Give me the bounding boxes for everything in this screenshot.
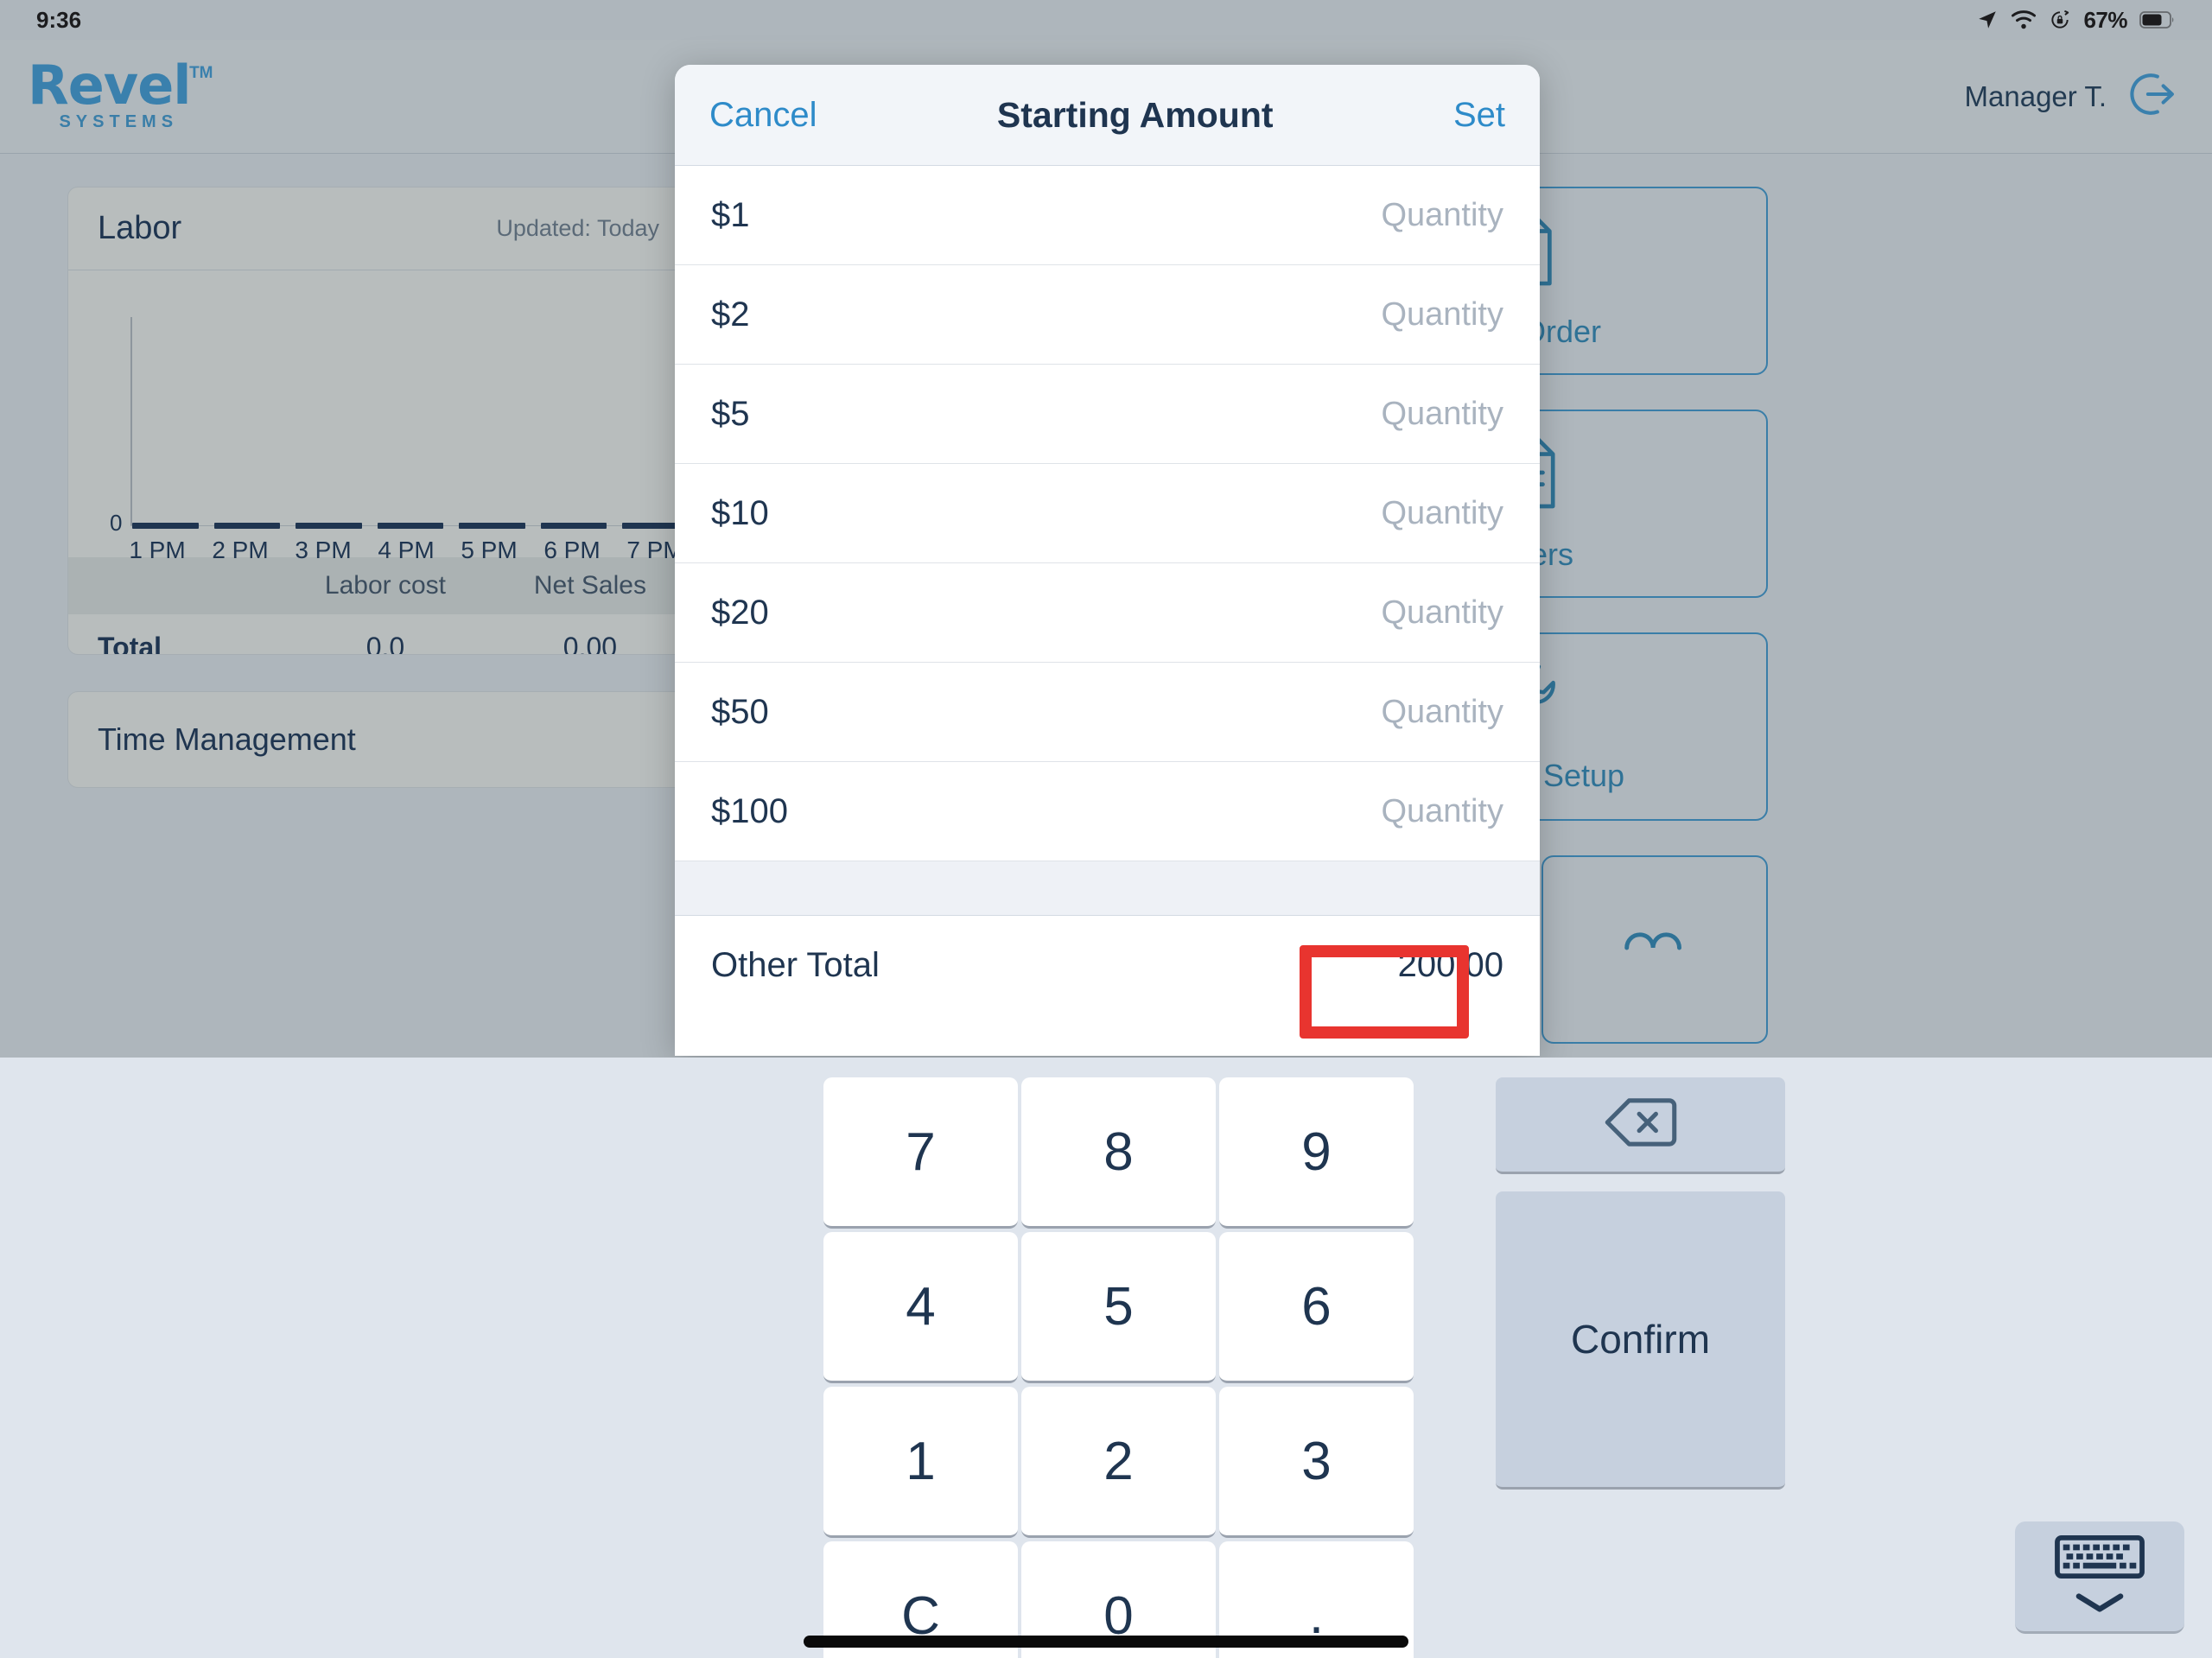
time-management-title: Time Management — [98, 721, 356, 757]
chart-x-tick: 5 PM — [461, 537, 518, 563]
location-arrow-icon — [1976, 9, 1999, 31]
labor-widget: Labor Updated: Today 0 1 PM 2 PM 3 PM 4 … — [67, 187, 690, 655]
denomination-row-100[interactable]: $100 Quantity — [675, 762, 1540, 861]
denomination-row-1[interactable]: $1 Quantity — [675, 166, 1540, 265]
user-name: Manager T. — [1964, 79, 2107, 112]
modal-title: Starting Amount — [996, 94, 1274, 135]
other-total-label: Other Total — [711, 946, 880, 984]
key-8[interactable]: 8 — [1021, 1077, 1216, 1229]
wifi-icon — [2011, 10, 2037, 30]
battery-percent: 67% — [2083, 6, 2127, 33]
labor-widget-updated: Updated: Today — [496, 215, 659, 241]
numeric-keyboard: 7 8 9 4 5 6 1 2 3 C 0 . Confirm — [0, 1058, 2212, 1658]
chart-x-tick-labels: 1 PM 2 PM 3 PM 4 PM 5 PM 6 PM 7 PM — [124, 537, 689, 564]
keypad-side-keys: Confirm — [1496, 1077, 1785, 1490]
denomination-row-5[interactable]: $5 Quantity — [675, 365, 1540, 464]
quantity-input[interactable]: Quantity — [1381, 694, 1503, 731]
screen-root: 9:36 67% Revel TM SYSTEMS Manager T. Lab… — [0, 0, 2212, 1658]
logo-wordmark: Revel — [28, 53, 192, 117]
confirm-label: Confirm — [1570, 1317, 1711, 1362]
quantity-input[interactable]: Quantity — [1381, 296, 1503, 334]
chart-x-tick: 3 PM — [295, 537, 352, 563]
keypad-grid: 7 8 9 4 5 6 1 2 3 C 0 . — [823, 1077, 1414, 1658]
mask-icon — [1622, 925, 1688, 975]
row-label-total: Total — [68, 614, 280, 654]
table-col-blank — [68, 557, 280, 614]
denomination-row-50[interactable]: $50 Quantity — [675, 663, 1540, 762]
denomination-label: $1 — [711, 195, 750, 234]
quantity-input[interactable]: Quantity — [1381, 793, 1503, 830]
denomination-label: $100 — [711, 791, 788, 830]
status-bar: 9:36 67% — [0, 0, 2212, 40]
table-col-net-sales: Net Sales — [491, 557, 689, 614]
denomination-label: $50 — [711, 692, 769, 731]
denomination-row-20[interactable]: $20 Quantity — [675, 563, 1540, 663]
denomination-label: $5 — [711, 394, 750, 433]
labor-widget-title: Labor — [98, 210, 182, 246]
table-col-labor-cost: Labor cost — [279, 557, 492, 614]
key-1[interactable]: 1 — [823, 1387, 1018, 1538]
keyboard-dismiss-icon — [2054, 1534, 2145, 1583]
denomination-label: $2 — [711, 295, 750, 334]
labor-chart: 0 1 PM 2 PM 3 PM 4 PM 5 PM 6 PM 7 PM — [86, 298, 689, 563]
chevron-down-icon — [2073, 1591, 2126, 1618]
backspace-button[interactable] — [1496, 1077, 1785, 1174]
starting-amount-modal: Cancel Starting Amount Set $1 Quantity $… — [675, 65, 1540, 1056]
modal-header: Cancel Starting Amount Set — [675, 65, 1540, 166]
modal-list-spacer — [675, 861, 1540, 916]
chart-x-tick: 6 PM — [543, 537, 601, 563]
key-5[interactable]: 5 — [1021, 1232, 1216, 1383]
denomination-label: $10 — [711, 493, 769, 532]
chart-bars — [132, 523, 689, 529]
table-header-row: Labor cost Net Sales — [68, 557, 689, 614]
status-time: 9:36 — [36, 6, 82, 33]
status-indicators: 67% — [1976, 7, 2176, 34]
row-value-labor-cost: 0.0 — [279, 614, 492, 654]
denomination-label: $20 — [711, 593, 769, 632]
battery-icon — [2139, 10, 2176, 29]
keyboard-dismiss-button[interactable] — [2015, 1521, 2184, 1634]
row-value-net-sales: 0.00 — [491, 614, 689, 654]
table-row: Total 0.0 0.00 — [68, 614, 689, 654]
rotation-lock-icon — [2049, 9, 2071, 31]
home-indicator — [804, 1636, 1408, 1648]
denomination-row-2[interactable]: $2 Quantity — [675, 265, 1540, 365]
key-3[interactable]: 3 — [1219, 1387, 1414, 1538]
key-4[interactable]: 4 — [823, 1232, 1018, 1383]
quantity-input[interactable]: Quantity — [1381, 197, 1503, 234]
key-2[interactable]: 2 — [1021, 1387, 1216, 1538]
set-button[interactable]: Set — [1453, 96, 1505, 135]
chart-x-tick: 2 PM — [212, 537, 269, 563]
logo-trademark-icon: TM — [189, 63, 213, 82]
labor-table: Labor cost Net Sales Total 0.0 0.00 — [68, 557, 689, 654]
labor-widget-body: 0 1 PM 2 PM 3 PM 4 PM 5 PM 6 PM 7 PM Lab… — [68, 270, 689, 654]
chart-y-tick-0: 0 — [110, 510, 123, 536]
key-7[interactable]: 7 — [823, 1077, 1018, 1229]
logout-icon[interactable] — [2126, 68, 2177, 124]
chart-x-tick: 1 PM — [129, 537, 186, 563]
time-management-widget[interactable]: Time Management — [67, 691, 690, 788]
revel-logo: Revel TM SYSTEMS — [24, 53, 213, 133]
labor-widget-header: Labor Updated: Today — [68, 187, 689, 270]
chart-y-axis — [130, 317, 132, 526]
other-total-row[interactable]: Other Total 200.00 — [675, 916, 1540, 1015]
other-total-value[interactable]: 200.00 — [1398, 946, 1503, 985]
denomination-row-10[interactable]: $10 Quantity — [675, 464, 1540, 563]
chart-x-tick: 4 PM — [378, 537, 435, 563]
cancel-button[interactable]: Cancel — [709, 96, 817, 135]
quantity-input[interactable]: Quantity — [1381, 396, 1503, 433]
quantity-input[interactable]: Quantity — [1381, 594, 1503, 632]
mask-tile[interactable] — [1541, 855, 1768, 1044]
backspace-icon — [1604, 1096, 1678, 1153]
denomination-list: $1 Quantity $2 Quantity $5 Quantity $10 … — [675, 166, 1540, 861]
user-area[interactable]: Manager T. — [1965, 68, 2177, 124]
key-6[interactable]: 6 — [1219, 1232, 1414, 1383]
confirm-button[interactable]: Confirm — [1496, 1191, 1785, 1490]
key-9[interactable]: 9 — [1219, 1077, 1414, 1229]
quantity-input[interactable]: Quantity — [1381, 495, 1503, 532]
